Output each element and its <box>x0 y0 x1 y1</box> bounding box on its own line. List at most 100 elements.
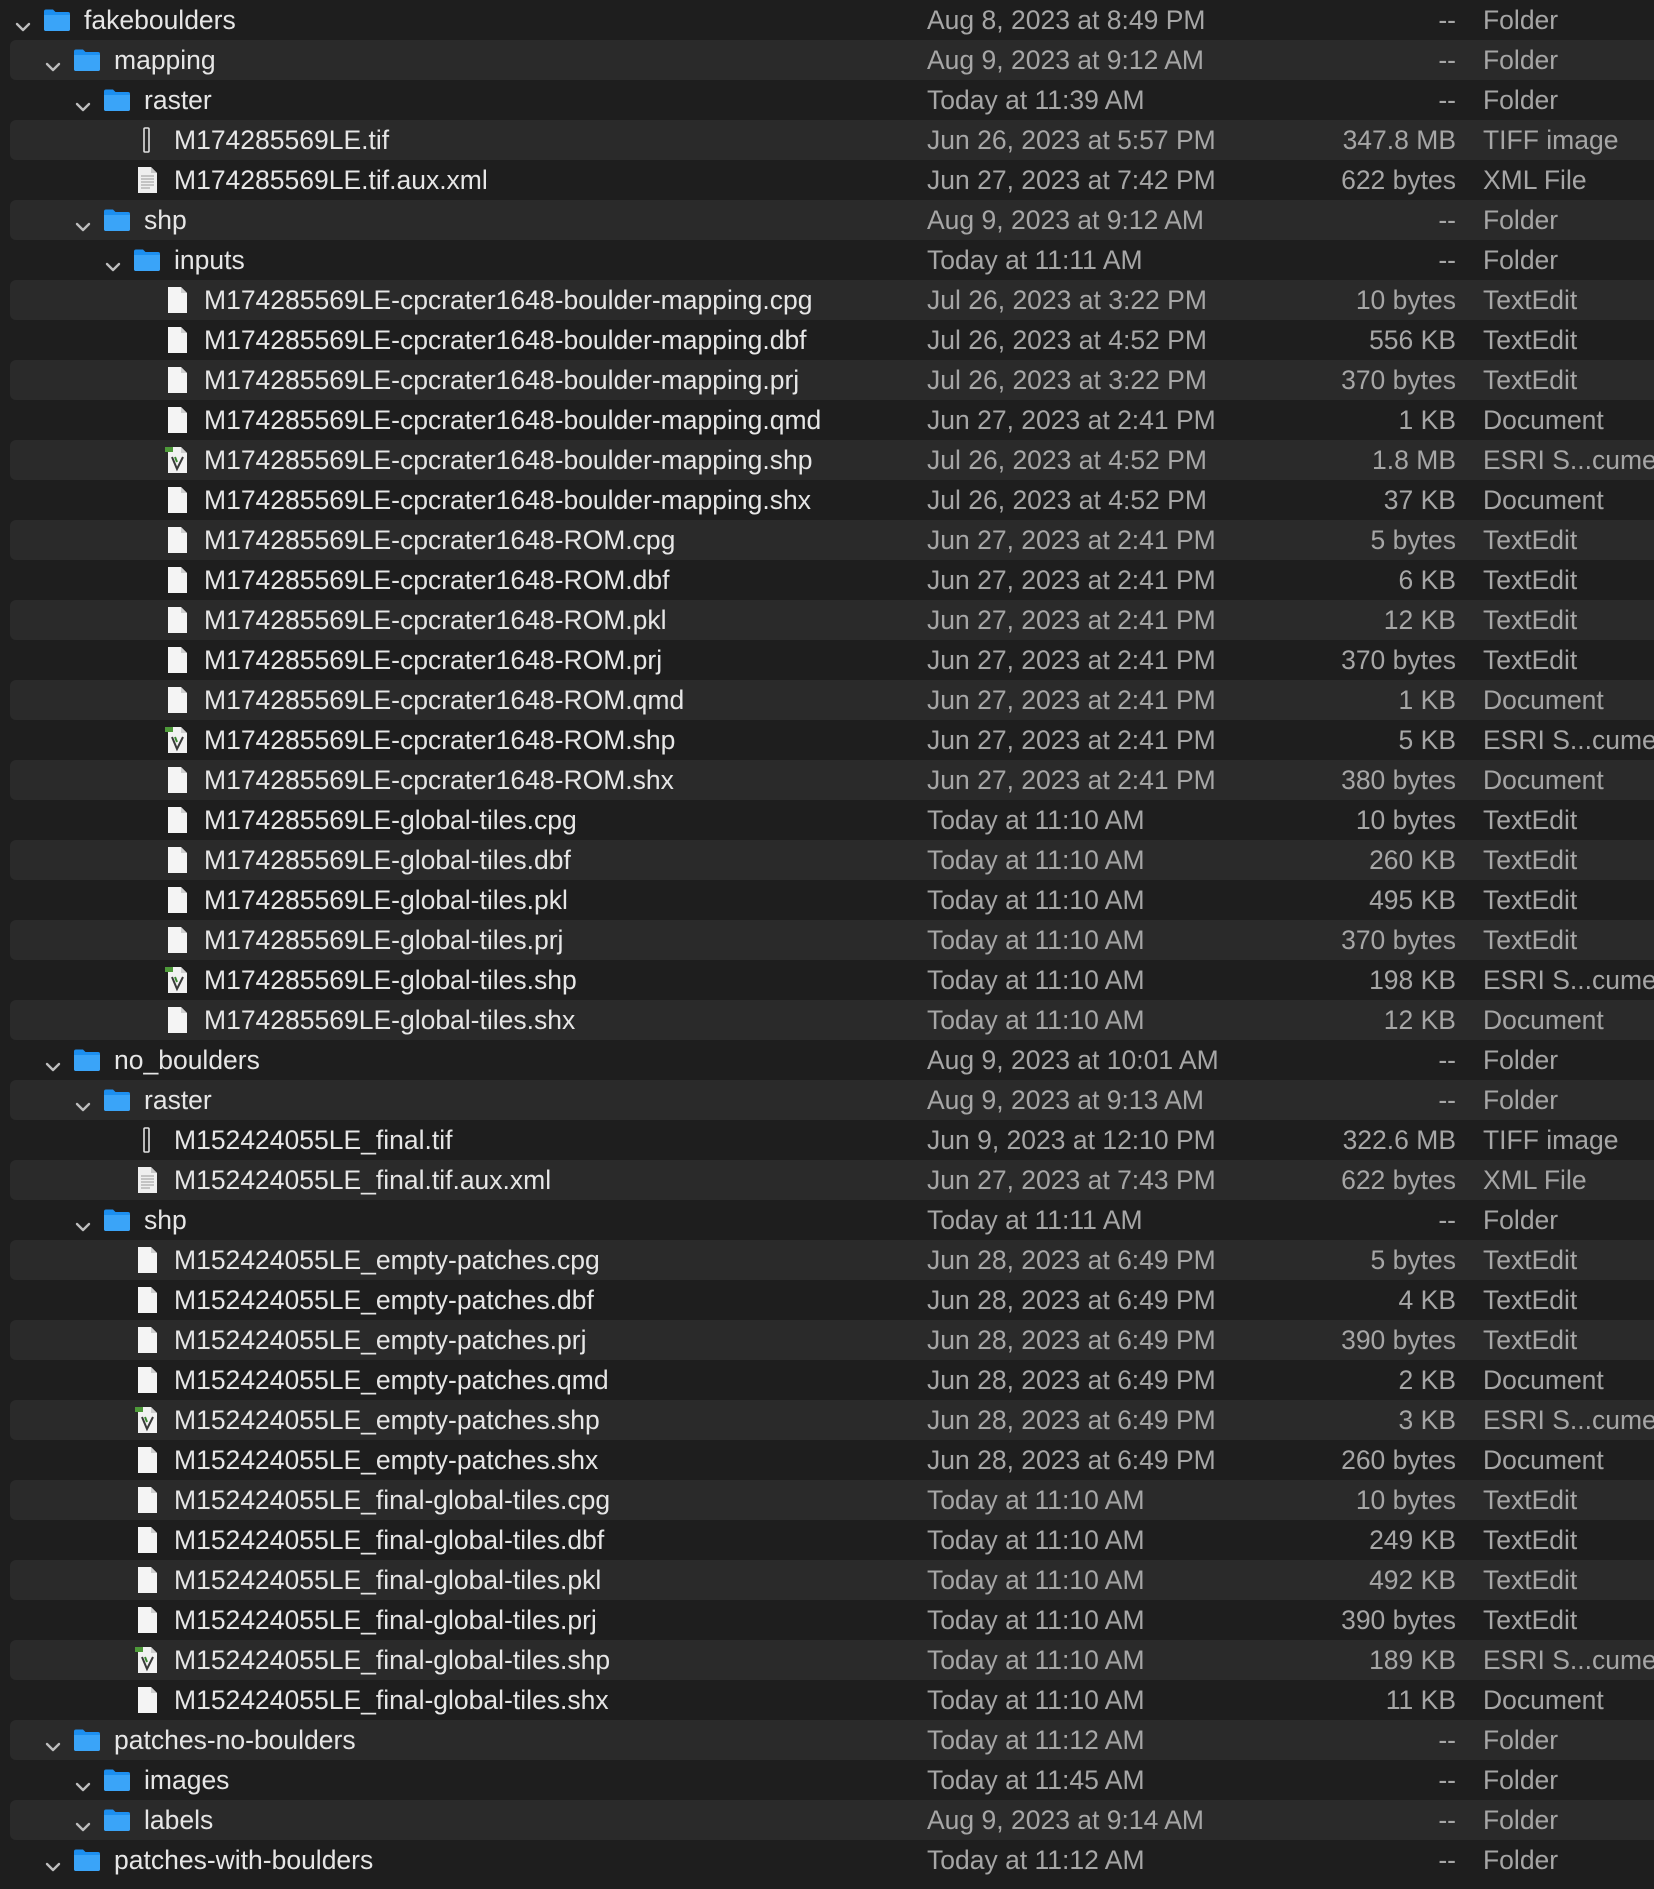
document-icon <box>162 485 192 515</box>
name-cell: M152424055LE_empty-patches.shp <box>132 1400 600 1440</box>
file-row[interactable]: M152424055LE_final-global-tiles.dbf Toda… <box>0 1520 1654 1560</box>
disclosure-chevron-icon[interactable] <box>72 1209 94 1232</box>
file-row[interactable]: M174285569LE.tif.aux.xml Jun 27, 2023 at… <box>0 160 1654 200</box>
file-row[interactable]: M152424055LE_final-global-tiles.cpg Toda… <box>0 1480 1654 1520</box>
date-modified: Jul 26, 2023 at 3:22 PM <box>927 285 1207 315</box>
document-icon <box>162 685 192 715</box>
file-row[interactable]: M174285569LE-cpcrater1648-boulder-mappin… <box>0 320 1654 360</box>
disclosure-chevron-icon[interactable] <box>12 9 34 32</box>
name-cell: patches-with-boulders <box>42 1840 373 1880</box>
file-row[interactable]: M174285569LE-global-tiles.shp Today at 1… <box>0 960 1654 1000</box>
file-row[interactable]: M152424055LE_final-global-tiles.pkl Toda… <box>0 1560 1654 1600</box>
file-row[interactable]: M174285569LE-cpcrater1648-ROM.cpg Jun 27… <box>0 520 1654 560</box>
file-row[interactable]: M152424055LE_final.tif Jun 9, 2023 at 12… <box>0 1120 1654 1160</box>
file-name: M174285569LE-global-tiles.shp <box>204 965 577 995</box>
folder-row[interactable]: shp Aug 9, 2023 at 9:12 AM -- Folder <box>0 200 1654 240</box>
name-cell: M152424055LE_empty-patches.prj <box>132 1320 586 1360</box>
file-row[interactable]: M174285569LE-cpcrater1648-ROM.dbf Jun 27… <box>0 560 1654 600</box>
file-size: 347.8 MB <box>1342 125 1456 155</box>
file-row[interactable]: M152424055LE_final-global-tiles.shp Toda… <box>0 1640 1654 1680</box>
folder-icon <box>102 1085 132 1115</box>
date-modified: Today at 11:10 AM <box>927 1685 1145 1715</box>
file-kind: TextEdit <box>1483 845 1578 875</box>
name-cell: inputs <box>102 240 245 280</box>
disclosure-chevron-icon[interactable] <box>102 249 124 272</box>
file-kind: TextEdit <box>1483 1245 1578 1275</box>
file-size: 3 KB <box>1398 1405 1456 1435</box>
file-row[interactable]: M152424055LE_empty-patches.cpg Jun 28, 2… <box>0 1240 1654 1280</box>
shapefile-icon <box>132 1645 162 1675</box>
file-row[interactable]: M174285569LE-cpcrater1648-ROM.prj Jun 27… <box>0 640 1654 680</box>
disclosure-chevron-icon[interactable] <box>42 1849 64 1872</box>
folder-row[interactable]: mapping Aug 9, 2023 at 9:12 AM -- Folder <box>0 40 1654 80</box>
file-row[interactable]: M174285569LE-global-tiles.shx Today at 1… <box>0 1000 1654 1040</box>
file-row[interactable]: M152424055LE_final.tif.aux.xml Jun 27, 2… <box>0 1160 1654 1200</box>
folder-row[interactable]: labels Aug 9, 2023 at 9:14 AM -- Folder <box>0 1800 1654 1840</box>
file-row[interactable]: M174285569LE-cpcrater1648-boulder-mappin… <box>0 440 1654 480</box>
file-row[interactable]: M174285569LE-cpcrater1648-boulder-mappin… <box>0 400 1654 440</box>
disclosure-chevron-icon[interactable] <box>42 49 64 72</box>
file-name: M174285569LE-cpcrater1648-boulder-mappin… <box>204 325 807 355</box>
disclosure-chevron-icon[interactable] <box>72 89 94 112</box>
file-name: M152424055LE_final-global-tiles.shx <box>174 1685 609 1715</box>
file-row[interactable]: M152424055LE_empty-patches.shx Jun 28, 2… <box>0 1440 1654 1480</box>
file-row[interactable]: M152424055LE_empty-patches.dbf Jun 28, 2… <box>0 1280 1654 1320</box>
file-size: -- <box>1438 205 1456 235</box>
folder-row[interactable]: patches-with-boulders Today at 11:12 AM … <box>0 1840 1654 1880</box>
file-kind: TextEdit <box>1483 885 1578 915</box>
document-icon <box>132 1285 162 1315</box>
disclosure-chevron-icon[interactable] <box>72 1809 94 1832</box>
file-row[interactable]: M152424055LE_final-global-tiles.shx Toda… <box>0 1680 1654 1720</box>
date-modified: Jun 26, 2023 at 5:57 PM <box>927 125 1216 155</box>
date-modified: Aug 9, 2023 at 9:13 AM <box>927 1085 1204 1115</box>
document-icon <box>162 805 192 835</box>
file-row[interactable]: M152424055LE_empty-patches.shp Jun 28, 2… <box>0 1400 1654 1440</box>
file-row[interactable]: M174285569LE-cpcrater1648-ROM.shx Jun 27… <box>0 760 1654 800</box>
name-cell: M152424055LE_final-global-tiles.pkl <box>132 1560 601 1600</box>
file-row[interactable]: M174285569LE-cpcrater1648-boulder-mappin… <box>0 360 1654 400</box>
file-size: 12 KB <box>1383 1005 1456 1035</box>
name-cell: fakeboulders <box>12 0 236 40</box>
file-size: 10 bytes <box>1355 805 1456 835</box>
file-row[interactable]: M174285569LE-cpcrater1648-ROM.pkl Jun 27… <box>0 600 1654 640</box>
folder-row[interactable]: inputs Today at 11:11 AM -- Folder <box>0 240 1654 280</box>
name-cell: M152424055LE_final-global-tiles.prj <box>132 1600 597 1640</box>
disclosure-chevron-icon[interactable] <box>72 209 94 232</box>
file-row[interactable]: M152424055LE_final-global-tiles.prj Toda… <box>0 1600 1654 1640</box>
disclosure-chevron-icon[interactable] <box>42 1729 64 1752</box>
folder-row[interactable]: images Today at 11:45 AM -- Folder <box>0 1760 1654 1800</box>
disclosure-chevron-icon[interactable] <box>72 1089 94 1112</box>
file-row[interactable]: M174285569LE-global-tiles.prj Today at 1… <box>0 920 1654 960</box>
file-size: 6 KB <box>1398 565 1456 595</box>
file-row[interactable]: M174285569LE-cpcrater1648-ROM.qmd Jun 27… <box>0 680 1654 720</box>
disclosure-chevron-icon[interactable] <box>42 1049 64 1072</box>
date-modified: Today at 11:10 AM <box>927 1565 1145 1595</box>
folder-row[interactable]: no_boulders Aug 9, 2023 at 10:01 AM -- F… <box>0 1040 1654 1080</box>
document-icon <box>132 1685 162 1715</box>
file-row[interactable]: M174285569LE-global-tiles.pkl Today at 1… <box>0 880 1654 920</box>
shapefile-icon <box>132 1405 162 1435</box>
folder-row[interactable]: raster Aug 9, 2023 at 9:13 AM -- Folder <box>0 1080 1654 1120</box>
file-row[interactable]: M152424055LE_empty-patches.prj Jun 28, 2… <box>0 1320 1654 1360</box>
file-row[interactable]: M174285569LE-cpcrater1648-boulder-mappin… <box>0 280 1654 320</box>
disclosure-chevron-icon[interactable] <box>72 1769 94 1792</box>
file-row[interactable]: M174285569LE.tif Jun 26, 2023 at 5:57 PM… <box>0 120 1654 160</box>
date-modified: Today at 11:10 AM <box>927 1485 1145 1515</box>
name-cell: M152424055LE_empty-patches.qmd <box>132 1360 609 1400</box>
folder-row[interactable]: shp Today at 11:11 AM -- Folder <box>0 1200 1654 1240</box>
file-row[interactable]: M174285569LE-global-tiles.cpg Today at 1… <box>0 800 1654 840</box>
file-row[interactable]: M174285569LE-global-tiles.dbf Today at 1… <box>0 840 1654 880</box>
folder-row[interactable]: patches-no-boulders Today at 11:12 AM --… <box>0 1720 1654 1760</box>
file-row[interactable]: M152424055LE_empty-patches.qmd Jun 28, 2… <box>0 1360 1654 1400</box>
file-size: 11 KB <box>1385 1685 1456 1715</box>
file-row[interactable]: M174285569LE-cpcrater1648-ROM.shp Jun 27… <box>0 720 1654 760</box>
file-kind: XML File <box>1483 1165 1587 1195</box>
tiff-image-icon <box>132 1125 162 1155</box>
folder-row[interactable]: fakeboulders Aug 8, 2023 at 8:49 PM -- F… <box>0 0 1654 40</box>
name-cell: M152424055LE_empty-patches.shx <box>132 1440 598 1480</box>
folder-icon <box>72 45 102 75</box>
row-background <box>10 80 1654 120</box>
date-modified: Jun 27, 2023 at 2:41 PM <box>927 525 1216 555</box>
file-row[interactable]: M174285569LE-cpcrater1648-boulder-mappin… <box>0 480 1654 520</box>
folder-row[interactable]: raster Today at 11:39 AM -- Folder <box>0 80 1654 120</box>
